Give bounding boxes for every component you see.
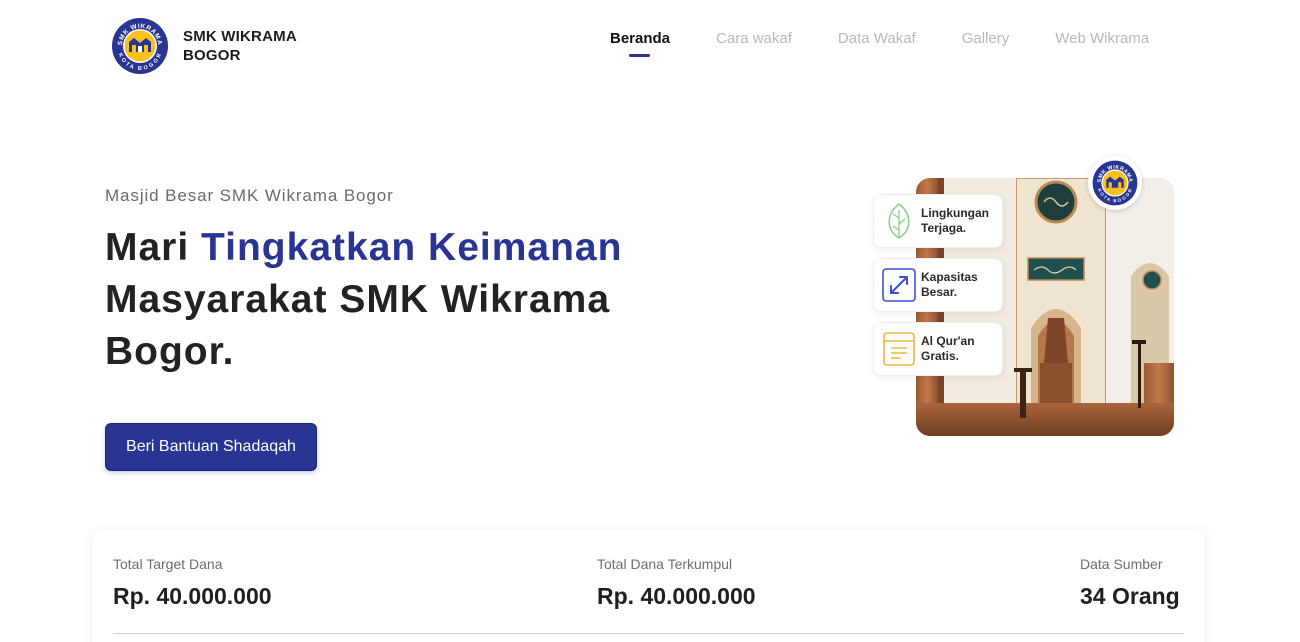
brand-name-line2: BOGOR [183,47,241,64]
stat-value: Rp. 40.000.000 [113,583,272,609]
feature-card-capacity: Kapasitas Besar. [873,258,1003,312]
school-logo-icon: SMK WIKRAMA KOTA BOGOR [111,17,169,75]
stats-divider [113,633,1184,634]
donate-button[interactable]: Beri Bantuan Shadaqah [105,423,317,471]
feature-label: Lingkungan Terjaga. [921,206,989,235]
feature-label: Al Qur'an Gratis. [921,334,975,363]
expand-arrows-icon [879,265,919,305]
nav-link-gallery[interactable]: Gallery [962,30,1010,47]
brand-name: SMK WIKRAMA BOGOR [183,27,297,65]
feature-card-quran: Al Qur'an Gratis. [873,322,1003,376]
hero-title-accent: Tingkatkan Keimanan [201,226,623,269]
stat-label: Total Target Dana [113,556,223,572]
feature-card-environment: Lingkungan Terjaga. [873,194,1003,248]
hero-title-part1: Mari [105,226,202,269]
funding-stats-card: Total Target Dana Rp. 40.000.000 Total D… [93,530,1204,642]
nav-link-cara-wakaf[interactable]: Cara wakaf [716,30,792,47]
hero-title: Mari Tingkatkan Keimanan Masyarakat SMK … [105,222,625,378]
stat-target: Total Target Dana Rp. 40.000.000 [113,556,272,610]
brand-home-link[interactable]: SMK WIKRAMA KOTA BOGOR SMK WIKRAMA BOGOR [110,16,297,76]
hero-eyebrow: Masjid Besar SMK Wikrama Bogor [105,186,394,205]
hero-title-part2: Masyarakat SMK Wikrama Bogor. [105,278,611,373]
nav-link-web-wikrama[interactable]: Web Wikrama [1055,30,1149,47]
stat-label: Data Sumber [1080,556,1163,572]
nav-link-data-wakaf[interactable]: Data Wakaf [838,30,916,47]
nav-link-beranda[interactable]: Beranda [610,30,670,57]
brand-name-line1: SMK WIKRAMA [183,28,297,45]
mosque-badge-logo: SMK WIKRAMA KOTA BOGOR [1088,156,1142,210]
stat-value: 34 Orang [1080,583,1180,609]
navbar: SMK WIKRAMA KOTA BOGOR SMK WIKRAMA BOGOR… [0,0,1300,92]
stat-label: Total Dana Terkumpul [597,556,733,572]
stat-donors: Data Sumber 34 Orang [1080,556,1180,610]
feature-label: Kapasitas Besar. [921,270,978,299]
school-logo-icon: SMK WIKRAMA KOTA BOGOR [1092,160,1138,206]
stat-value: Rp. 40.000.000 [597,583,756,609]
stat-collected: Total Dana Terkumpul Rp. 40.000.000 [597,556,756,610]
quran-book-icon [879,329,919,369]
main-nav: Beranda Cara wakaf Data Wakaf Gallery We… [610,30,1195,57]
leaf-icon [879,201,919,241]
